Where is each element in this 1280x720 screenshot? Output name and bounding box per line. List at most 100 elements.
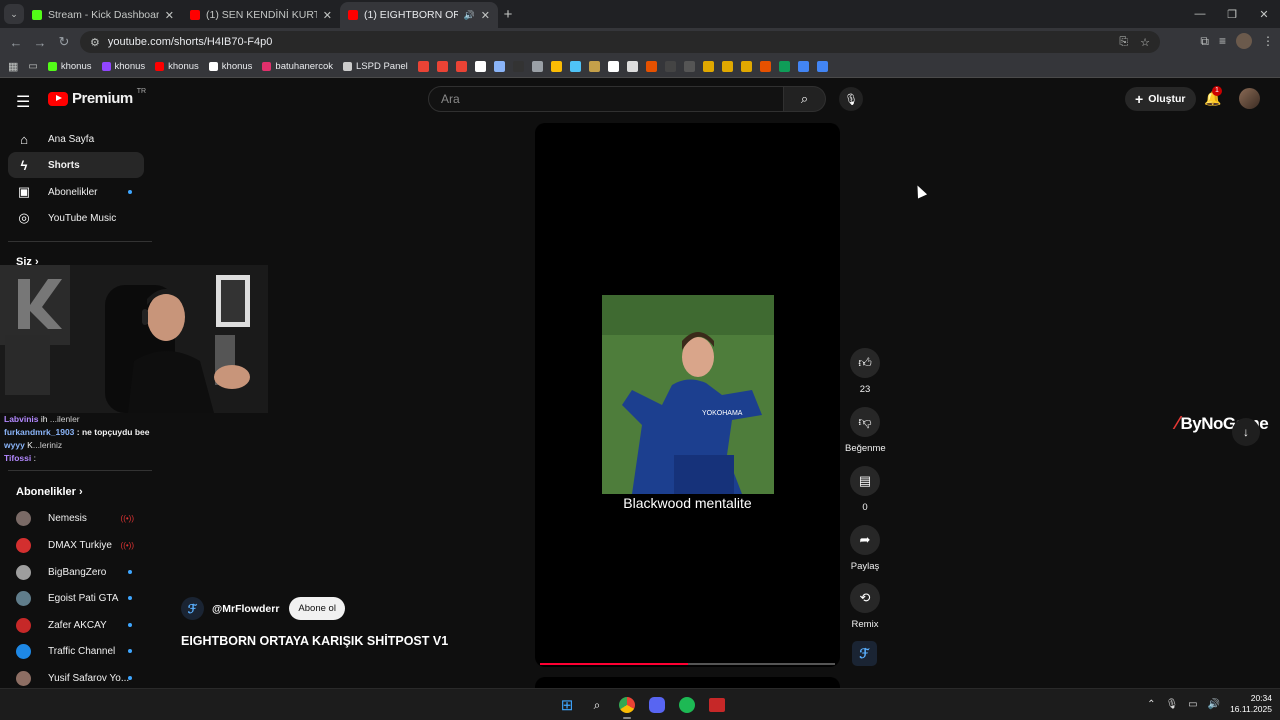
chat-message: wyyy K...leriniz <box>4 439 156 452</box>
gmail-icon[interactable] <box>455 61 467 72</box>
account-avatar[interactable] <box>1239 88 1260 109</box>
tab-search-button[interactable]: ⌄ <box>4 4 24 24</box>
taskbar-discord[interactable] <box>646 694 668 716</box>
dislike-icon: 👎︎ <box>858 414 872 429</box>
bookmark-lspd[interactable]: LSPD Panel <box>343 61 408 72</box>
search-input[interactable]: Ara <box>428 86 784 112</box>
bookmark-kick[interactable]: khonus <box>47 61 92 72</box>
site-icon[interactable] <box>759 61 771 72</box>
subscribe-button[interactable]: Abone ol <box>289 597 345 620</box>
network-icon[interactable]: ▭ <box>1188 699 1197 710</box>
bookmark-label: khonus <box>168 61 199 72</box>
tray-overflow-icon[interactable]: ⌃ <box>1147 699 1155 710</box>
sidebar-channel-zafer[interactable]: Zafer AKCAY <box>8 612 144 638</box>
sidebar-item-subscriptions[interactable]: ▣ Abonelikler <box>8 179 144 205</box>
bookmark-youtube[interactable]: khonus <box>155 61 199 72</box>
sidebar-channel-nemesis[interactable]: Nemesis ((•)) <box>8 505 144 531</box>
browser-menu-icon[interactable]: ⋮ <box>1262 34 1274 48</box>
clock[interactable]: 20:34 16.11.2025 <box>1230 693 1272 715</box>
site-icon[interactable] <box>721 61 733 72</box>
install-app-icon[interactable]: ⎘ <box>1119 36 1128 49</box>
sidebar-item-home[interactable]: ⌂ Ana Sayfa <box>8 126 144 152</box>
minimize-icon[interactable]: — <box>1184 0 1216 28</box>
sidebar-channel-traffic[interactable]: Traffic Channel <box>8 638 144 664</box>
taskbar-app[interactable] <box>706 694 728 716</box>
site-icon[interactable] <box>797 61 809 72</box>
browser-tab-kick[interactable]: Stream - Kick Dashboard ✕ <box>24 2 182 28</box>
site-icon[interactable] <box>626 61 638 72</box>
site-icon[interactable] <box>569 61 581 72</box>
next-short-button[interactable]: ↓ <box>1232 418 1260 446</box>
close-window-icon[interactable]: ✕ <box>1248 0 1280 28</box>
browser-tab-youtube-2[interactable]: (1) EIGHTBORN ORTAYA KA... 🔊 ✕ <box>340 2 498 28</box>
menu-icon[interactable]: ☰ <box>16 92 30 112</box>
remix-button[interactable]: ⟲ Remix <box>845 583 885 630</box>
like-button[interactable]: 👍︎ 23 <box>845 348 885 395</box>
reload-icon[interactable]: ↻ <box>52 34 76 50</box>
site-icon[interactable] <box>702 61 714 72</box>
notifications-button[interactable]: 🔔 1 <box>1204 86 1222 107</box>
back-icon[interactable]: ← <box>4 35 28 50</box>
sidebar-channel-bigbangzero[interactable]: BigBangZero <box>8 559 144 585</box>
start-button[interactable]: ⊞ <box>556 694 578 716</box>
site-icon[interactable] <box>531 61 543 72</box>
browser-tab-youtube-1[interactable]: (1) SEN KENDİNİ KURTAR | 5Sn... ✕ <box>182 2 340 28</box>
forward-icon[interactable]: → <box>28 35 52 50</box>
restore-icon[interactable]: ❐ <box>1216 0 1248 28</box>
site-icon[interactable] <box>493 61 505 72</box>
video-progress-bar[interactable] <box>540 663 835 665</box>
search-button[interactable]: ⌕ <box>784 86 826 112</box>
speaker-icon[interactable]: 🔊 <box>464 10 475 21</box>
bookmark-star-icon[interactable]: ☆ <box>1140 36 1150 49</box>
microphone-icon[interactable]: 🎙 <box>1165 699 1178 710</box>
site-icon[interactable] <box>607 61 619 72</box>
gmail-icon[interactable] <box>417 61 429 72</box>
address-bar[interactable]: ⚙ youtube.com/shorts/H4IB70-F4p0 ⎘ ☆ <box>80 31 1160 53</box>
close-tab-icon[interactable]: ✕ <box>481 9 490 22</box>
site-icon[interactable] <box>474 61 486 72</box>
sidebar-item-shorts[interactable]: ϟ Shorts <box>8 152 144 178</box>
comments-button[interactable]: ▤ 0 <box>845 466 885 513</box>
bookmark-twitch[interactable]: khonus <box>101 61 145 72</box>
sidebar-item-youtube-music[interactable]: ◎ YouTube Music <box>8 205 144 231</box>
dislike-button[interactable]: 👎︎ Beğenme <box>845 407 886 454</box>
sound-source-avatar[interactable]: ℱ <box>852 641 877 666</box>
browser-profile-avatar[interactable] <box>1236 33 1252 49</box>
site-icon[interactable] <box>550 61 562 72</box>
site-icon[interactable] <box>588 61 600 72</box>
site-icon[interactable] <box>740 61 752 72</box>
sheets-icon[interactable] <box>778 61 790 72</box>
create-button[interactable]: + Oluştur <box>1125 87 1196 111</box>
channel-name: Zafer AKCAY <box>48 619 107 631</box>
volume-icon[interactable]: 🔊 <box>1208 699 1220 710</box>
extensions-icon[interactable]: ⧉ <box>1200 34 1209 49</box>
site-icon[interactable] <box>816 61 828 72</box>
share-button[interactable]: ➦ Paylaş <box>845 525 885 572</box>
site-icon[interactable] <box>664 61 676 72</box>
bookmark-folder-icon[interactable]: ▭ <box>28 61 37 72</box>
close-tab-icon[interactable]: ✕ <box>165 9 174 22</box>
channel-handle[interactable]: @MrFlowderr <box>212 603 279 615</box>
voice-search-button[interactable]: 🎙 <box>839 87 863 111</box>
channel-avatar[interactable]: ℱ <box>181 597 204 620</box>
gmail-icon[interactable] <box>436 61 448 72</box>
site-icon[interactable] <box>683 61 695 72</box>
sidebar-channel-egoist[interactable]: Egoist Pati GTA <box>8 585 144 611</box>
site-icon[interactable] <box>645 61 657 72</box>
apps-grid-icon[interactable]: ▦ <box>8 60 18 73</box>
bookmark-x[interactable]: khonus <box>208 61 252 72</box>
taskbar-search-button[interactable]: ⌕ <box>586 694 608 716</box>
sidebar-channel-dmax[interactable]: DMAX Turkiye ((•)) <box>8 532 144 558</box>
sidebar-subscriptions-header[interactable]: Abonelikler › <box>16 486 83 498</box>
youtube-premium-logo[interactable]: Premium TR <box>48 88 146 107</box>
media-control-icon[interactable]: ≡ <box>1219 34 1226 48</box>
new-tab-button[interactable]: + <box>498 6 518 23</box>
taskbar-chrome[interactable] <box>616 694 638 719</box>
taskbar-spotify[interactable] <box>676 694 698 716</box>
site-icon[interactable] <box>512 61 524 72</box>
browser-tab-strip: ⌄ Stream - Kick Dashboard ✕ (1) SEN KEND… <box>0 0 1280 28</box>
close-tab-icon[interactable]: ✕ <box>323 9 332 22</box>
instagram-icon <box>262 62 272 71</box>
bookmark-instagram[interactable]: batuhanercok <box>262 61 333 72</box>
site-info-icon[interactable]: ⚙ <box>90 36 100 49</box>
